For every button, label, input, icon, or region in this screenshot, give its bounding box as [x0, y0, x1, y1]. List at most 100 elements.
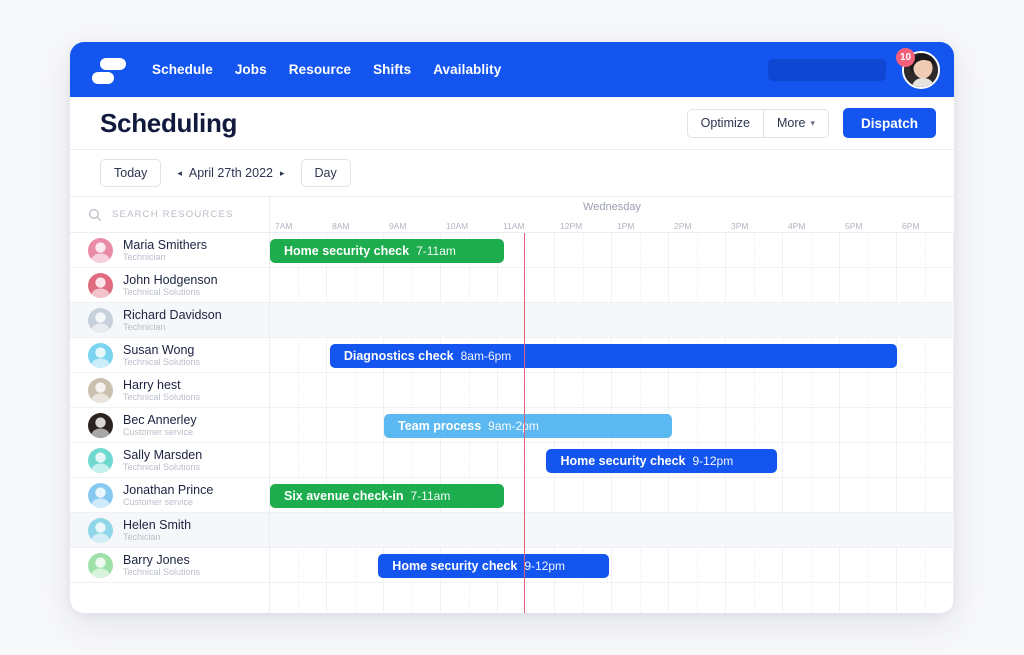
resource-role: Technician: [123, 251, 166, 262]
scheduler: Maria SmithersTechnicianJohn HodgensonTe…: [70, 197, 954, 613]
timeline-grid: Home security check 7-11am Diagnostics che…: [270, 233, 954, 613]
resource-row[interactable]: Jonathan Prince Customer service: [70, 478, 269, 513]
resource-name: Jonathan Prince: [123, 482, 214, 497]
resource-name: Bec Annerley: [123, 412, 197, 427]
resource-name: Sally Marsden: [123, 447, 203, 462]
resource-avatar: [88, 342, 113, 368]
optimize-button[interactable]: Optimize: [687, 109, 763, 137]
resource-role: Customer service: [123, 496, 194, 507]
resource-column: Maria SmithersTechnicianJohn HodgensonTe…: [70, 197, 270, 613]
optimize-button-label: Optimize: [700, 116, 750, 130]
event-time: 8am-6pm: [460, 349, 512, 363]
schedule-event[interactable]: Six avenue check-in 7-11am: [270, 484, 504, 508]
resource-row[interactable]: Sally Marsden Technical Solutions: [70, 443, 269, 478]
app-window: Schedule Jobs Resource Shifts Availablit…: [70, 42, 954, 613]
timeline-row: [270, 268, 954, 303]
view-mode-button[interactable]: Day: [300, 159, 351, 187]
resource-role: Technical Solutions: [123, 391, 201, 402]
timeline-row: [270, 303, 954, 338]
page-header: Scheduling Optimize More ▾ Dispatch: [70, 97, 954, 150]
hour-label: 7AM: [275, 221, 293, 231]
resource-avatar: [88, 517, 113, 543]
resource-avatar: [88, 482, 113, 508]
timeline-row: Diagnostics check 8am-6pm: [270, 338, 954, 373]
resource-row[interactable]: Barry Jones Technical Solutions: [70, 548, 269, 583]
hour-label: 10AM: [446, 221, 469, 231]
resource-text: Sally Marsden Technical Solutions: [123, 448, 202, 472]
hour-label: 9AM: [389, 221, 407, 231]
page-title: Scheduling: [100, 107, 238, 138]
hour-label: 5PM: [845, 221, 863, 231]
resource-row[interactable]: Susan Wong Technical Solutions: [70, 338, 269, 373]
hour-label: 6PM: [902, 221, 920, 231]
resource-row[interactable]: Bec Annerley Customer service: [70, 408, 269, 443]
schedule-event[interactable]: Home security check 9-12pm: [378, 554, 610, 578]
day-label: Wednesday: [583, 200, 641, 213]
schedule-event[interactable]: Diagnostics check 8am-6pm: [329, 344, 897, 368]
timeline-rows: Home security check 7-11am Diagnostics che…: [270, 233, 954, 613]
resource-role: Customer service: [123, 426, 194, 437]
nav-item-shifts[interactable]: Shifts: [373, 62, 411, 77]
resource-text: Susan Wong Technical Solutions: [123, 343, 200, 367]
resource-search-row: [70, 197, 269, 233]
next-date-arrow-icon[interactable]: ▸: [280, 168, 285, 179]
prev-date-arrow-icon[interactable]: ◂: [177, 168, 182, 179]
resource-avatar: [88, 237, 113, 263]
schedule-event[interactable]: Home security check 7-11am: [270, 239, 504, 263]
more-button-label: More: [776, 116, 806, 130]
event-time: 9am-2pm: [488, 419, 539, 433]
resource-avatar: [88, 412, 113, 438]
nav-item-availablity[interactable]: Availablity: [433, 62, 501, 77]
notification-badge: 10: [896, 47, 916, 67]
resource-avatar: [88, 552, 113, 578]
resource-name: Helen Smith: [123, 517, 192, 532]
resource-name: John Hodgenson: [123, 272, 218, 287]
resource-text: Richard Davidson Technician: [123, 308, 222, 332]
timeline-row: Team process 9am-2pm: [270, 408, 954, 443]
hour-label: 11AM: [503, 221, 525, 231]
hour-label: 4PM: [788, 221, 806, 231]
resource-name: Barry Jones: [123, 552, 190, 567]
resource-row[interactable]: Harry hest Technical Solutions: [70, 373, 269, 408]
event-title: Home security check: [284, 244, 410, 258]
search-resources-input[interactable]: [112, 209, 251, 220]
resource-row[interactable]: Helen Smith Techician: [70, 513, 269, 548]
resource-role: Technical Solutions: [123, 286, 201, 297]
schedule-event[interactable]: Home security check 9-12pm: [546, 449, 778, 473]
resource-text: Bec Annerley Customer service: [123, 413, 197, 437]
resource-text: Jonathan Prince Customer service: [123, 483, 213, 507]
more-button[interactable]: More ▾: [762, 109, 828, 137]
event-title: Diagnostics check: [343, 349, 454, 363]
avatar[interactable]: 10: [896, 47, 940, 89]
hour-label: 1PM: [617, 221, 635, 231]
event-time: 7-11am: [416, 244, 456, 258]
date-navigator: ◂ April 27th 2022 ▸: [173, 166, 288, 180]
resource-role: Technical Solutions: [123, 461, 201, 472]
nav-item-jobs[interactable]: Jobs: [235, 62, 267, 77]
timeline-row: [270, 373, 954, 408]
header-actions: Optimize More ▾ Dispatch: [686, 108, 936, 138]
resource-avatar: [88, 447, 113, 473]
current-date-label: April 27th 2022: [188, 166, 273, 180]
resource-row[interactable]: Richard Davidson Technician: [70, 303, 269, 338]
search-icon: [89, 208, 102, 221]
event-time: 9-12pm: [692, 454, 734, 468]
global-search-input[interactable]: [768, 58, 886, 81]
resource-role: Technical Solutions: [123, 356, 201, 367]
resource-avatar: [88, 307, 113, 333]
schedule-event[interactable]: Team process 9am-2pm: [384, 414, 672, 438]
logo-icon[interactable]: [92, 55, 126, 85]
dispatch-button[interactable]: Dispatch: [842, 108, 936, 138]
hour-header-row: 7AM 8AM 9AM 10AM 11AM 12PM 1PM 2PM 3PM 4PM 5PM 6PM: [270, 216, 954, 233]
resource-name: Richard Davidson: [123, 307, 222, 322]
top-navigation-bar: Schedule Jobs Resource Shifts Availablit…: [70, 42, 954, 97]
event-title: Home security check: [560, 454, 686, 468]
event-title: Team process: [398, 419, 482, 433]
today-button[interactable]: Today: [100, 159, 162, 187]
resource-row[interactable]: John Hodgenson Technical Solutions: [70, 268, 269, 303]
resource-name: Susan Wong: [123, 342, 195, 357]
nav-item-schedule[interactable]: Schedule: [152, 62, 213, 77]
resource-row[interactable]: Maria Smithers Technician: [70, 233, 269, 268]
resource-text: John Hodgenson Technical Solutions: [123, 273, 218, 297]
nav-item-resource[interactable]: Resource: [289, 62, 351, 77]
